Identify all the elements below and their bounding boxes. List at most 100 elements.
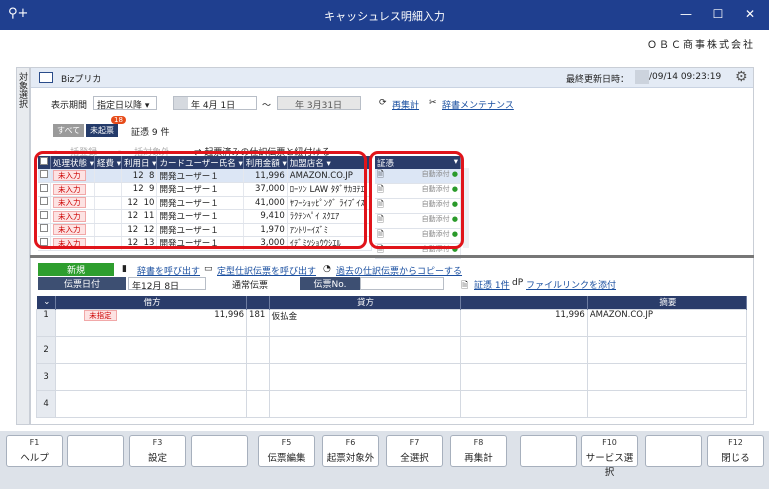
period-select-value: 指定日以降 [97,101,143,111]
tools-icon[interactable]: ✂ [429,98,437,108]
f10-service-select-button[interactable]: F10 サービス選択 [581,435,638,478]
tab-all[interactable]: すべて [53,124,85,137]
panel-header: Bizプリカ 最終更新日時： /09/14 09:23:19 ⚙ [31,68,753,88]
f11-button[interactable] [645,435,702,467]
highlight-evidence [369,151,464,249]
period-select[interactable]: 指定日以降 ▾ [93,96,157,111]
f5-edit-voucher-button[interactable]: F5 伝票編集 [258,435,315,467]
fkey-label: F1 [29,438,40,447]
f9-button[interactable] [520,435,577,467]
voucher-date-field[interactable]: 年12月 8日 [128,277,206,292]
recount-link[interactable]: 再集計 [392,98,419,111]
unposted-badge: 18 [111,116,126,124]
document-icon: 🗎 [461,281,469,291]
company-name: ＯＢＣ商事株式会社 [647,40,755,51]
maximize-button[interactable]: ☐ [708,7,728,21]
credit-amount[interactable]: 11,996 [459,308,588,337]
row-number: 1 [35,308,57,337]
year-mask [174,97,188,109]
fkey-action: サービス選択 [585,453,634,478]
f3-settings-button[interactable]: F3 設定 [129,435,186,467]
fkey-action: 設定 [147,453,167,464]
credit-code[interactable]: 181 [246,308,270,337]
fkey-label: F12 [728,438,743,447]
fkey-action: 再集計 [464,453,493,464]
col-debit: 借方 [55,296,248,309]
journal-row[interactable]: 1 未指定 11,996 181 仮払金 11,996 AMAZON.CO.JP [35,308,748,337]
date-from-field[interactable]: 年 4月 1日 [173,96,257,111]
minimize-button[interactable]: — [676,7,696,21]
period-label: 表示期間 [51,101,88,111]
fkey-action: 全選択 [400,453,429,464]
book-icon[interactable]: ▮ [122,264,127,274]
journal-table: ⌄ 借方 貸方 摘要 1 未指定 11,996 181 仮払金 11,996 AM… [35,296,748,418]
col-memo: 摘要 [587,296,748,309]
credit-account[interactable]: 仮払金 [268,308,461,337]
last-update-value: /09/14 09:23:19 [649,72,722,82]
f1-help-button[interactable]: F1 ヘルプ [6,435,63,467]
voucher-no-label: 伝票No. [300,277,360,290]
col-credit: 貸方 [269,296,461,309]
copy-icon[interactable]: ◔ [323,264,331,274]
f4-button[interactable] [191,435,248,467]
debit-account[interactable]: 未指定 [84,310,117,321]
fkey-label: F8 [473,438,484,447]
date-to-value: 年 3月31日 [295,101,343,111]
card-icon [39,72,53,83]
date-from-value: 年 4月 1日 [191,101,236,111]
target-select-tab[interactable]: 対象選択 [16,67,30,425]
fkey-action: 伝票編集 [267,453,306,464]
fkey-action: ヘルプ [20,453,49,464]
f7-select-all-button[interactable]: F7 全選択 [386,435,443,467]
splitter[interactable] [30,255,754,258]
memo[interactable]: AMAZON.CO.JP [586,308,748,337]
last-update-label: 最終更新日時： [566,75,630,85]
side-tab-label: 対象選択 [17,72,27,108]
date-to-field[interactable]: 年 3月31日 [277,96,361,111]
source-name: Bizプリカ [61,75,102,85]
collapse-icon[interactable]: ⌄ [36,296,57,309]
voucher-date-label: 伝票日付 [38,277,126,290]
fkey-label: F10 [602,438,617,447]
close-button[interactable]: ✕ [740,7,760,21]
call-template-link[interactable]: 定型仕訳伝票を呼び出す [217,264,316,277]
fkey-label: F5 [281,438,292,447]
voucher-date-value: 年12月 8日 [132,282,180,292]
file-link[interactable]: ファイルリンクを添付 [526,278,616,291]
tilde: ～ [262,101,272,111]
function-key-bar: F1 ヘルプ F3 設定 F5 伝票編集 F6 起票対象外 F7 全選択 F8 再集計 F1… [0,431,769,489]
journal-row[interactable]: 3 [35,362,748,391]
debit-amount[interactable]: 11,996 [214,310,244,320]
f6-exclude-button[interactable]: F6 起票対象外 [322,435,379,467]
row-number: 3 [35,362,57,391]
voucher-no-field[interactable] [360,277,444,290]
fkey-label: F3 [152,438,163,447]
row-number: 2 [35,335,57,364]
dict-maintenance-link[interactable]: 辞書メンテナンス [442,98,514,111]
journal-row[interactable]: 4 [35,389,748,418]
copy-past-link[interactable]: 過去の仕訳伝票からコピーする [336,264,462,277]
fkey-action: 起票対象外 [326,453,375,464]
f2-button[interactable] [67,435,124,467]
highlight-transactions [34,151,367,249]
paperclip-icon: dP [512,278,524,288]
journal-row[interactable]: 2 [35,335,748,364]
template-icon[interactable]: ▭ [204,264,213,274]
window-title: キャッシュレス明細入力 [324,10,445,23]
call-dict-link[interactable]: 辞書を呼び出す [137,264,200,277]
title-bar: ⚲+ キャッシュレス明細入力 — ☐ ✕ [0,0,769,30]
chevron-down-icon: ▾ [144,101,150,111]
year-mask [635,70,649,84]
evidence-count: 証憑 9 件 [131,128,170,138]
fkey-label: F6 [345,438,356,447]
f12-close-button[interactable]: F12 閉じる [707,435,764,467]
voucher-type: 通常伝票 [232,281,269,291]
refresh-icon[interactable]: ⟳ [379,98,387,108]
gear-icon[interactable]: ⚙ [735,69,748,85]
fkey-action: 閉じる [721,453,750,464]
new-button[interactable]: 新規 [38,263,114,276]
tab-unposted[interactable]: 未起票 [86,124,118,137]
evidence-link[interactable]: 証憑 1件 [474,278,510,291]
fkey-label: F7 [409,438,420,447]
f8-recount-button[interactable]: F8 再集計 [450,435,507,467]
